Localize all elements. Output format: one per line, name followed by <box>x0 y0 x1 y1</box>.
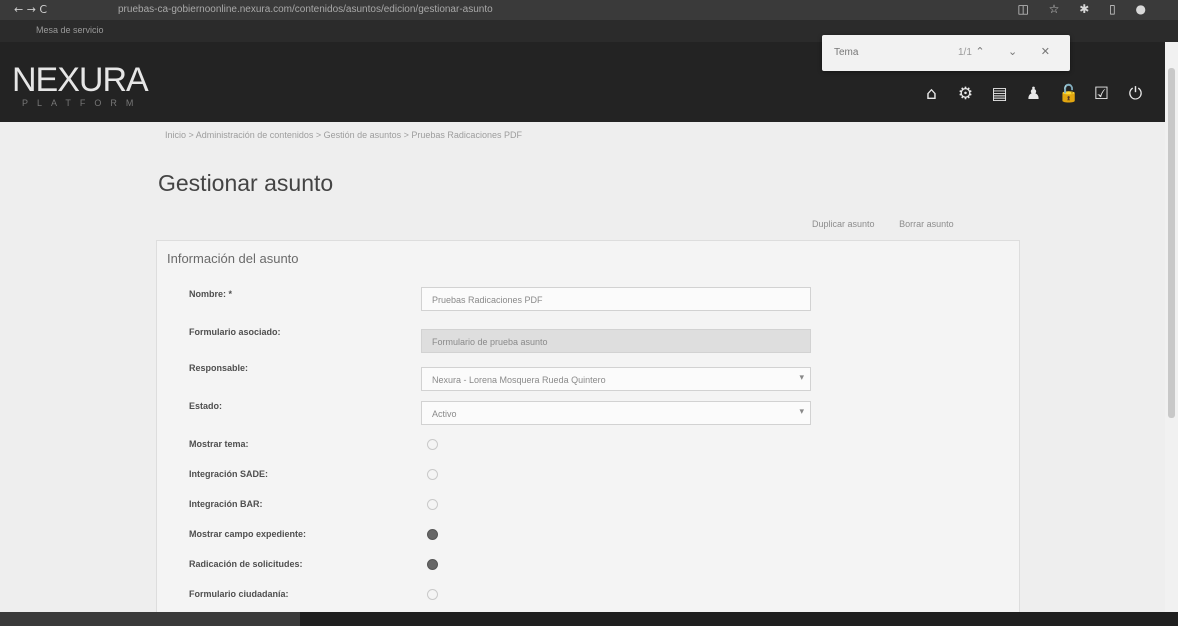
header-icons: ⌂ ⚙ ▤ ♟ 🔓 ☑ ⏻ <box>922 84 1145 104</box>
main-content: Inicio > Administración de contenidos > … <box>0 122 1165 614</box>
browser-nav-buttons[interactable]: ← → C <box>14 3 47 16</box>
check-square-icon[interactable]: ☑ <box>1092 84 1111 104</box>
find-count: 1/1 <box>958 47 972 58</box>
responsable-select[interactable]: Nexura - Lorena Mosquera Rueda Quintero … <box>421 367 811 391</box>
logo-subtitle: PLATFORM <box>22 98 143 108</box>
delete-button[interactable]: Borrar asunto <box>899 219 954 229</box>
address-bar[interactable]: pruebas-ca-gobiernoonline.nexura.com/con… <box>118 4 493 15</box>
taskbar-search[interactable] <box>0 612 300 626</box>
info-panel: Información del asunto Nombre: * Pruebas… <box>156 240 1020 614</box>
responsable-label: Responsable: <box>189 363 249 373</box>
scrollbar-thumb[interactable] <box>1168 68 1175 418</box>
chevron-down-icon: ▾ <box>799 373 804 383</box>
find-buttons[interactable]: ⌃ ⌄ ✕ <box>975 45 1060 58</box>
formulario-ciudadano-label: Formulario ciudadanía: <box>189 589 289 599</box>
os-taskbar <box>0 612 1178 626</box>
mostrar-tema-checkbox[interactable] <box>427 439 438 450</box>
page-scrollbar[interactable] <box>1165 42 1178 612</box>
browser-extension-icons[interactable]: ◫ ☆ ✱ ▯ ● <box>1018 2 1154 16</box>
power-icon[interactable]: ⏻ <box>1126 84 1145 104</box>
panel-title: Información del asunto <box>167 251 299 266</box>
nombre-label: Nombre: * <box>189 289 233 299</box>
integracion-bar-checkbox[interactable] <box>427 499 438 510</box>
estado-select[interactable]: Activo ▾ <box>421 401 811 425</box>
mostrar-campo-label: Mostrar campo expediente: <box>189 529 307 539</box>
nexura-logo[interactable]: NEXURA <box>12 61 149 100</box>
duplicate-button[interactable]: Duplicar asunto <box>812 219 875 229</box>
nombre-input[interactable]: Pruebas Radicaciones PDF <box>421 287 811 311</box>
bookmark-item[interactable]: Mesa de servicio <box>36 25 104 35</box>
browser-toolbar: ← → C pruebas-ca-gobiernoonline.nexura.c… <box>0 0 1178 20</box>
radicacion-label: Radicación de solicitudes: <box>189 559 303 569</box>
formulario-label: Formulario asociado: <box>189 327 281 337</box>
page-actions: Duplicar asunto Borrar asunto <box>812 219 976 229</box>
user-icon[interactable]: ♟ <box>1024 84 1043 104</box>
page-title: Gestionar asunto <box>158 170 334 196</box>
mostrar-tema-label: Mostrar tema: <box>189 439 249 449</box>
find-bar: Tema 1/1 ⌃ ⌄ ✕ <box>822 35 1070 71</box>
home-icon[interactable]: ⌂ <box>922 84 941 104</box>
unlock-icon[interactable]: 🔓 <box>1058 84 1079 104</box>
integracion-sade-label: Integración SADE: <box>189 469 269 479</box>
responsable-value: Nexura - Lorena Mosquera Rueda Quintero <box>432 375 606 385</box>
formulario-input: Formulario de prueba asunto <box>421 329 811 353</box>
chevron-down-icon: ▾ <box>799 407 804 417</box>
breadcrumb[interactable]: Inicio > Administración de contenidos > … <box>165 130 522 140</box>
radicacion-checkbox[interactable] <box>427 559 438 570</box>
gear-icon[interactable]: ⚙ <box>956 84 975 104</box>
estado-value: Activo <box>432 409 457 419</box>
integracion-sade-checkbox[interactable] <box>427 469 438 480</box>
mostrar-campo-checkbox[interactable] <box>427 529 438 540</box>
estado-label: Estado: <box>189 401 223 411</box>
integracion-bar-label: Integración BAR: <box>189 499 263 509</box>
book-icon[interactable]: ▤ <box>990 84 1009 104</box>
find-input[interactable]: Tema <box>834 47 858 58</box>
formulario-ciudadano-checkbox[interactable] <box>427 589 438 600</box>
